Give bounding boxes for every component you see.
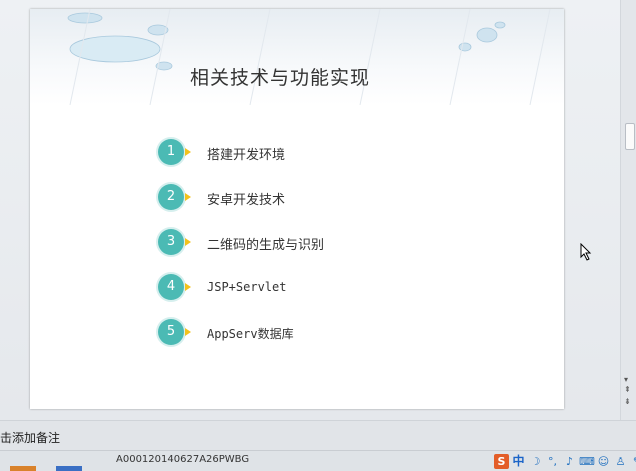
list-item-label: 二维码的生成与识别 xyxy=(207,238,325,253)
user-icon[interactable]: ☺ xyxy=(596,454,611,469)
vertical-scrollbar[interactable]: ▾ ⇞ ⇟ xyxy=(620,0,636,420)
arrow-icon xyxy=(185,148,191,156)
number-badge: 2 xyxy=(158,184,184,210)
ime-toolbar[interactable]: S 中 ☽ °, ♪ ⌨ ☺ ♙ ✎ xyxy=(494,453,636,469)
number-badge: 4 xyxy=(158,274,184,300)
sogou-logo-icon[interactable]: S xyxy=(494,453,509,469)
moon-icon[interactable]: ☽ xyxy=(528,454,543,469)
shirt-icon[interactable]: ♙ xyxy=(613,454,628,469)
notes-placeholder[interactable]: 击添加备注 xyxy=(0,429,60,446)
list-item-label: 安卓开发技术 xyxy=(207,193,286,208)
taskbar-button[interactable] xyxy=(56,466,82,471)
slide-canvas[interactable]: 相关技术与功能实现 1 搭建开发环境 2 安卓开发技术 3 二维码的生成与识别 … xyxy=(30,9,564,409)
wrench-icon[interactable]: ✎ xyxy=(630,454,636,469)
status-code: A000120140627A26PWBG xyxy=(116,454,250,465)
ime-mode-toggle[interactable]: 中 xyxy=(511,454,526,469)
water-drops-decoration xyxy=(67,9,551,105)
punctuation-icon[interactable]: °, xyxy=(545,454,560,469)
arrow-icon xyxy=(185,283,191,291)
editor-workspace: 相关技术与功能实现 1 搭建开发环境 2 安卓开发技术 3 二维码的生成与识别 … xyxy=(0,0,620,420)
mic-icon[interactable]: ♪ xyxy=(562,454,577,469)
arrow-icon xyxy=(185,328,191,336)
slide-header-decoration: 相关技术与功能实现 xyxy=(30,9,564,105)
scroll-down-arrow-icon[interactable]: ▾ xyxy=(624,376,628,384)
scroll-thumb[interactable] xyxy=(625,123,635,150)
list-item-label: AppServ数据库 xyxy=(207,327,294,341)
next-slide-icon[interactable]: ⇟ xyxy=(624,398,631,406)
notes-pane[interactable]: 击添加备注 xyxy=(0,420,636,451)
mouse-cursor-icon xyxy=(580,243,592,261)
list-item-label: 搭建开发环境 xyxy=(207,148,286,163)
number-badge: 5 xyxy=(158,319,184,345)
slide-title[interactable]: 相关技术与功能实现 xyxy=(190,63,370,90)
taskbar-button[interactable] xyxy=(10,466,36,471)
keyboard-icon[interactable]: ⌨ xyxy=(579,454,595,469)
number-badge: 3 xyxy=(158,229,184,255)
arrow-icon xyxy=(185,238,191,246)
arrow-icon xyxy=(185,193,191,201)
list-item-label: JSP+Servlet xyxy=(207,280,287,294)
number-badge: 1 xyxy=(158,139,184,165)
previous-slide-icon[interactable]: ⇞ xyxy=(624,386,631,394)
status-bar: A000120140627A26PWBG S 中 ☽ °, ♪ ⌨ ☺ ♙ ✎ xyxy=(0,450,636,471)
